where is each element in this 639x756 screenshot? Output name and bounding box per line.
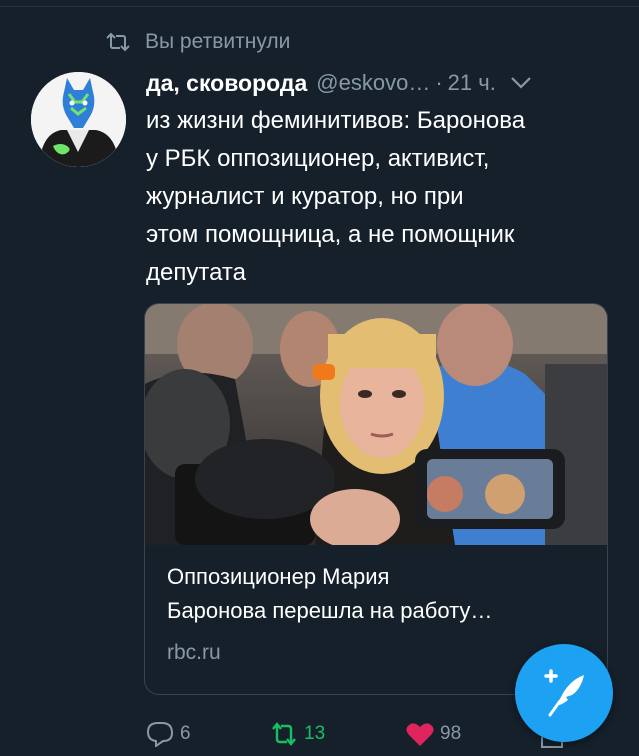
avatar-image	[31, 72, 126, 167]
like-count: 98	[440, 723, 462, 744]
separator-dot: ·	[435, 70, 443, 95]
card-domain: rbc.ru	[167, 641, 221, 664]
chevron-down-icon[interactable]	[510, 76, 532, 90]
reply-icon	[146, 722, 174, 747]
retweet-icon	[272, 722, 296, 746]
card-image	[145, 304, 607, 545]
tweet-text: из жизни феминитивов: Баронова у РБК опп…	[146, 107, 526, 286]
tweet-time[interactable]: 21 ч.	[448, 70, 496, 96]
link-card[interactable]: Оппозиционер Мария Баронова перешла на р…	[144, 303, 608, 695]
retweet-action[interactable]: 13	[270, 717, 325, 751]
author-handle[interactable]: @eskovo…	[316, 70, 430, 96]
like-action[interactable]: 98	[406, 717, 461, 751]
author-name[interactable]: да, сковорода	[146, 70, 307, 97]
card-title[interactable]: Оппозиционер Мария Баронова перешла на р…	[167, 560, 597, 628]
retweet-icon	[106, 32, 130, 52]
retweet-count: 13	[304, 723, 326, 744]
reply-count: 6	[180, 723, 191, 744]
compose-tweet-button[interactable]	[515, 644, 613, 742]
tweet-header: да, сковорода @eskovo… · 21 ч.	[146, 66, 616, 100]
reply-action[interactable]: 6	[146, 717, 191, 751]
retweet-notice: Вы ретвитнули	[105, 28, 290, 56]
top-divider	[0, 6, 639, 7]
heart-icon	[406, 723, 434, 746]
compose-feather-plus-icon	[544, 669, 584, 717]
retweet-notice-text: Вы ретвитнули	[145, 30, 291, 53]
avatar[interactable]	[31, 72, 126, 167]
